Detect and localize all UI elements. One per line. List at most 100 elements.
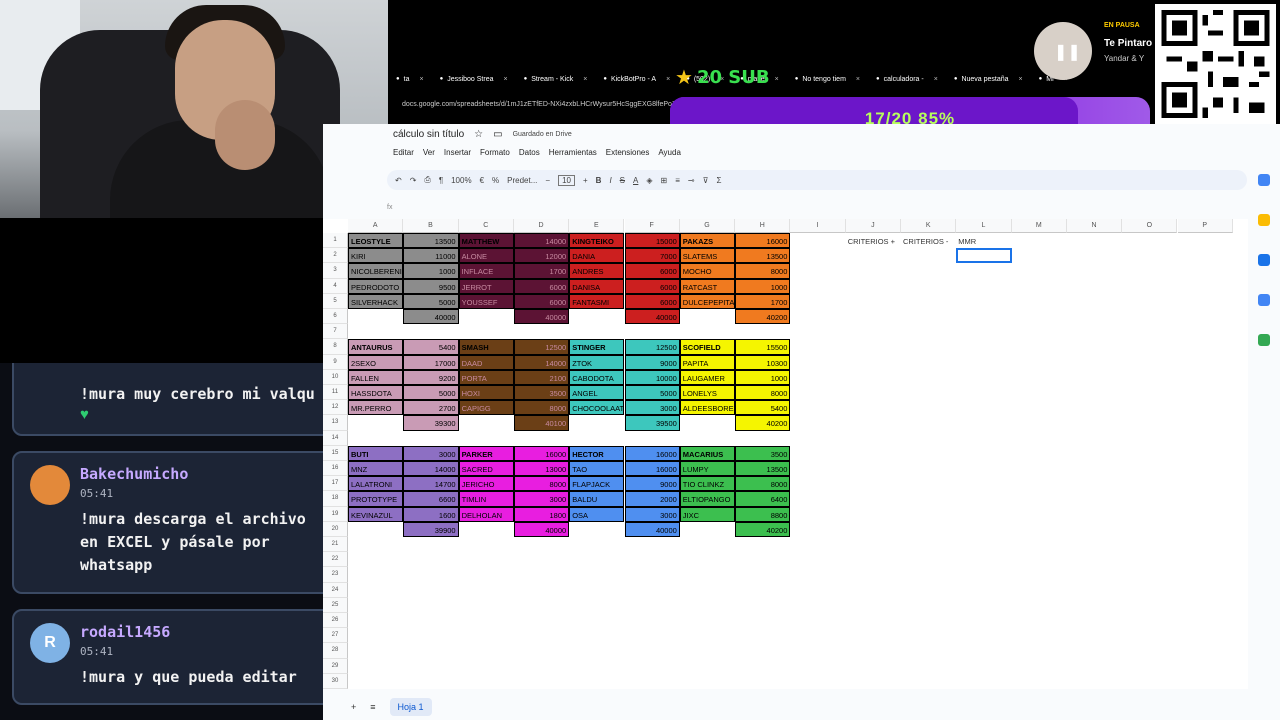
row-header[interactable]: 14: [323, 430, 348, 446]
cell[interactable]: 40000: [513, 309, 570, 325]
cell[interactable]: 39900: [403, 521, 459, 537]
cell[interactable]: 12500: [513, 339, 570, 355]
add-sheet-icon[interactable]: +: [351, 702, 356, 712]
row-header[interactable]: 27: [323, 628, 348, 644]
menu-item[interactable]: Ver: [423, 148, 435, 157]
cell[interactable]: MNZ: [348, 461, 404, 477]
cell[interactable]: 13500: [735, 461, 791, 477]
cell[interactable]: 16000: [513, 445, 570, 461]
spreadsheet-grid[interactable]: A B C D E F G H I J K L M N O P 1 2 3 4 5 6 7 8 9 10 11 12 13 14 15 16 1…: [323, 219, 1248, 689]
row-header[interactable]: 29: [323, 658, 348, 674]
cell[interactable]: SCOFIELD: [679, 339, 736, 355]
cell[interactable]: 5400: [735, 400, 791, 416]
row-header[interactable]: 24: [323, 582, 348, 598]
paint-format-icon[interactable]: ¶: [439, 176, 443, 185]
column-header[interactable]: M: [1011, 219, 1067, 233]
cell[interactable]: PARKER: [458, 445, 514, 461]
cell[interactable]: TIO CLINKZ: [679, 476, 736, 492]
cell[interactable]: 3000: [513, 491, 570, 507]
cell[interactable]: 2SEXO: [348, 354, 404, 370]
align-icon[interactable]: ≡: [675, 176, 680, 185]
column-header[interactable]: N: [1066, 219, 1123, 233]
cell[interactable]: 39500: [624, 415, 680, 431]
cell[interactable]: CAPIGG: [458, 400, 514, 416]
cell[interactable]: HASSDOTA: [348, 385, 404, 401]
row-header[interactable]: 18: [323, 491, 348, 507]
close-icon[interactable]: ×: [856, 76, 860, 83]
cell[interactable]: 40000: [513, 521, 570, 537]
close-icon[interactable]: ×: [419, 76, 423, 83]
cell[interactable]: 40200: [735, 415, 791, 431]
cell[interactable]: INFLACE: [458, 263, 514, 279]
cell[interactable]: 2100: [513, 369, 570, 385]
cell[interactable]: 40200: [735, 309, 791, 325]
cell[interactable]: OSA: [569, 506, 625, 522]
cell[interactable]: DELHOLAN: [458, 506, 514, 522]
row-header[interactable]: 16: [323, 461, 348, 477]
tasks-icon[interactable]: [1258, 254, 1270, 266]
cell[interactable]: LUMPY: [679, 461, 736, 477]
cell[interactable]: 12000: [513, 248, 570, 264]
cell[interactable]: 8800: [735, 506, 791, 522]
cell[interactable]: ANDRES: [569, 263, 625, 279]
cell[interactable]: 17000: [403, 354, 459, 370]
row-header[interactable]: 17: [323, 476, 348, 492]
maps-icon[interactable]: [1258, 334, 1270, 346]
address-bar[interactable]: docs.google.com/spreadsheets/d/1mJ1zETfE…: [390, 97, 690, 113]
folder-icon[interactable]: ▭: [493, 129, 502, 140]
cell[interactable]: 5000: [403, 385, 459, 401]
cell[interactable]: MACARIUS: [679, 445, 736, 461]
cell[interactable]: TAO: [569, 461, 625, 477]
row-header[interactable]: 25: [323, 597, 348, 613]
cell[interactable]: 15000: [624, 233, 680, 249]
cell[interactable]: SMASH: [458, 339, 514, 355]
column-header[interactable]: D: [513, 219, 570, 233]
cell[interactable]: 2000: [624, 491, 680, 507]
undo-icon[interactable]: ↶: [395, 176, 402, 185]
criteria-label[interactable]: MMR: [958, 237, 976, 246]
cell[interactable]: 16000: [624, 445, 680, 461]
cell[interactable]: 6000: [513, 293, 570, 309]
cell[interactable]: MR.PERRO: [348, 400, 404, 416]
cell[interactable]: LAUGAMER: [679, 369, 736, 385]
row-header[interactable]: 10: [323, 369, 348, 385]
formula-bar[interactable]: fx: [387, 204, 1247, 216]
close-icon[interactable]: ×: [504, 76, 508, 83]
browser-tab[interactable]: ● No tengo tiem ×: [787, 70, 868, 88]
cell[interactable]: 1800: [513, 506, 570, 522]
column-header[interactable]: E: [569, 219, 625, 233]
browser-tab[interactable]: ● Nueva pestaña ×: [946, 70, 1031, 88]
row-header[interactable]: 2: [323, 248, 348, 264]
cell[interactable]: 11000: [403, 248, 459, 264]
cell[interactable]: JERICHO: [458, 476, 514, 492]
cell[interactable]: TIMLIN: [458, 491, 514, 507]
cell[interactable]: 1000: [735, 278, 791, 294]
browser-tab[interactable]: ● calculadora - ×: [868, 70, 946, 88]
cell[interactable]: 13500: [403, 233, 459, 249]
cell[interactable]: CHOCOOLAATE: [569, 400, 625, 416]
cell[interactable]: 40000: [403, 309, 459, 325]
row-header[interactable]: 30: [323, 673, 348, 689]
cell[interactable]: 6600: [403, 491, 459, 507]
row-header[interactable]: 21: [323, 537, 348, 553]
menu-item[interactable]: Formato: [480, 148, 510, 157]
cell[interactable]: 9000: [624, 476, 680, 492]
cell[interactable]: 10300: [735, 354, 791, 370]
row-header[interactable]: 12: [323, 400, 348, 416]
row-header[interactable]: 7: [323, 324, 348, 340]
column-header[interactable]: L: [956, 219, 1012, 233]
column-header[interactable]: B: [403, 219, 459, 233]
row-header[interactable]: 26: [323, 613, 348, 629]
cell[interactable]: LONELYS: [679, 385, 736, 401]
row-header[interactable]: 9: [323, 354, 348, 370]
cell[interactable]: DANISA: [569, 278, 625, 294]
cell[interactable]: 40000: [624, 521, 680, 537]
cell[interactable]: LALATRONI: [348, 476, 404, 492]
plus-icon[interactable]: +: [583, 176, 588, 185]
cell[interactable]: FALLEN: [348, 369, 404, 385]
strikethrough-button[interactable]: S: [620, 176, 625, 185]
cell[interactable]: 6000: [624, 263, 680, 279]
cell[interactable]: 14000: [403, 461, 459, 477]
cell[interactable]: BALDU: [569, 491, 625, 507]
cell[interactable]: 1000: [403, 263, 459, 279]
